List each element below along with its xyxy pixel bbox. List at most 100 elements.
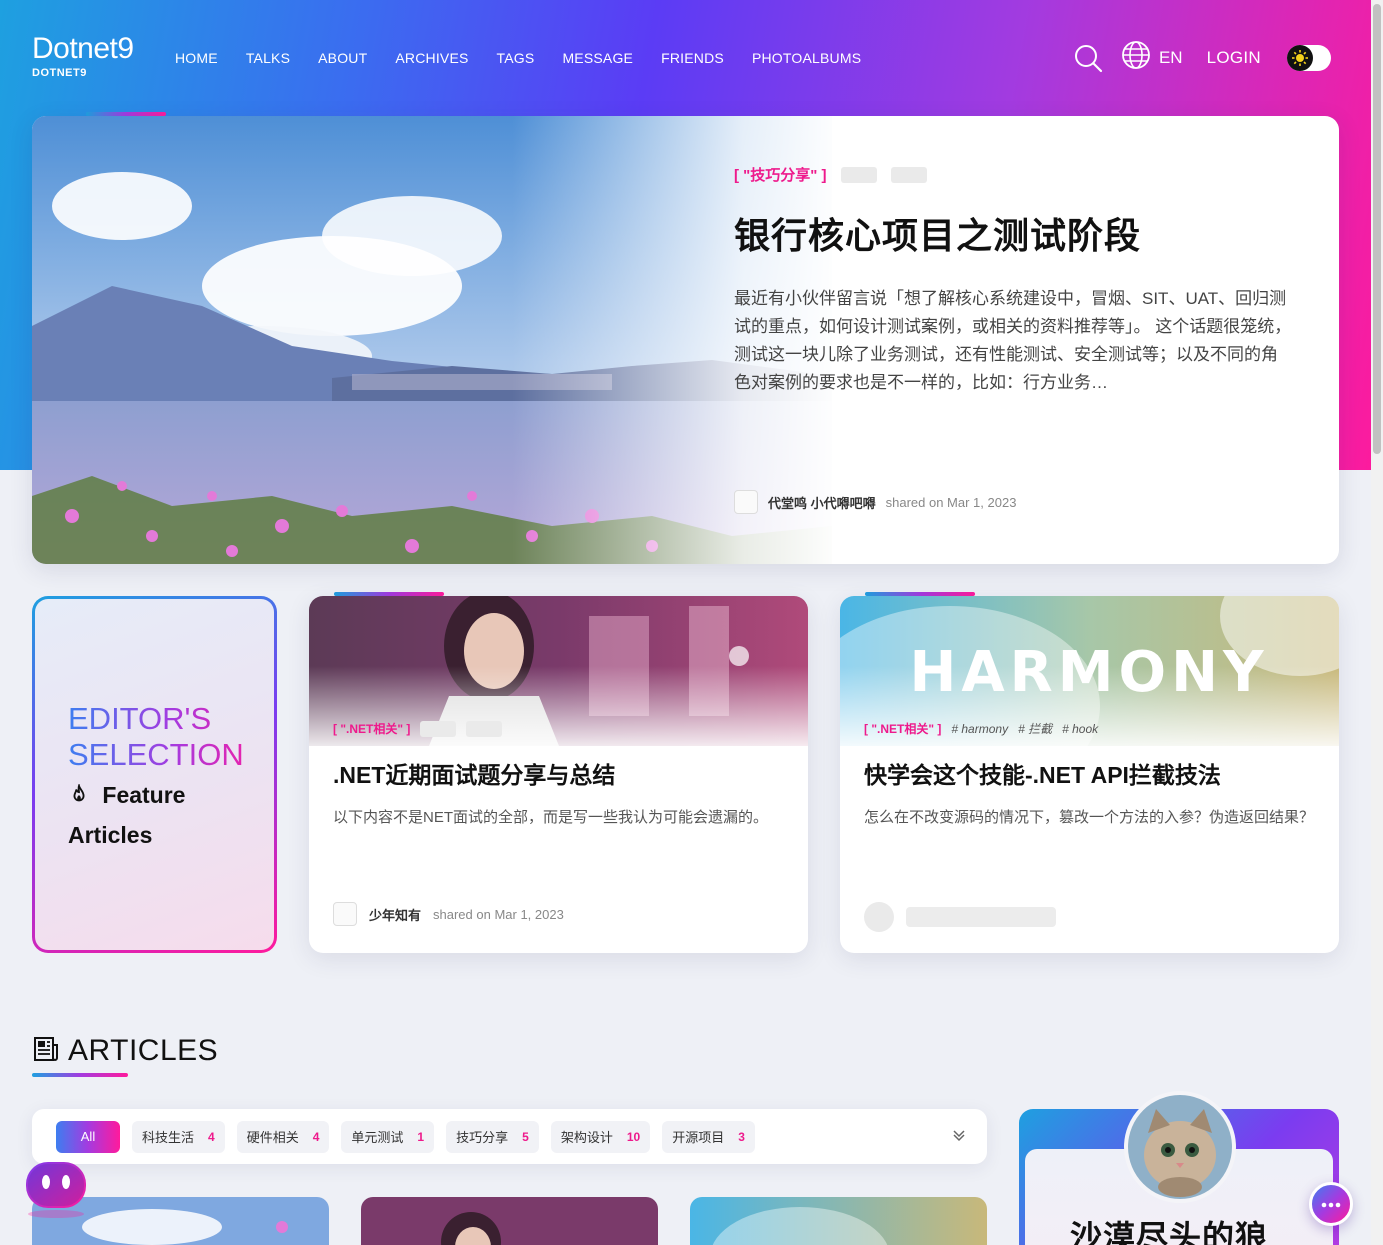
filter-chip[interactable]: 架构设计 10 [550, 1120, 651, 1153]
card-tag[interactable]: # hook [1062, 722, 1098, 736]
card-excerpt: 以下内容不是NET面试的全部，而是写一些我认为可能会遗漏的。 [333, 809, 769, 826]
featured-meta: 代堂鸣 小代嘚吧嘚 shared on Mar 1, 2023 [734, 490, 1016, 514]
card-date: shared on Mar 1, 2023 [433, 906, 564, 922]
card-meta-loading [864, 902, 1056, 932]
feature-articles-label: Feature [68, 777, 274, 813]
nav-home[interactable]: HOME [175, 50, 218, 66]
card-title[interactable]: 快学会这个技能-.NET API拦截技法 [864, 756, 1221, 790]
tag-placeholder [890, 166, 927, 183]
card-category[interactable]: [ ".NET相关" ] [864, 720, 941, 737]
scrollbar-thumb[interactable] [1373, 4, 1381, 454]
filter-label: 架构设计 [560, 1130, 613, 1145]
editors-title-line1: EDITOR'S [68, 701, 274, 737]
articles-title: ARTICLES [68, 1034, 219, 1067]
featured-category-row: [ "技巧分享" ] [734, 164, 1294, 185]
author-avatar [333, 902, 357, 926]
harmony-thumbnail-image [690, 1197, 987, 1245]
card-image-fade [309, 666, 808, 756]
nav-about[interactable]: ABOUT [318, 50, 367, 66]
chevron-down-icon[interactable] [951, 1127, 967, 1148]
featured-content: [ "技巧分享" ] 银行核心项目之测试阶段 最近有小伙伴留言说「想了解核心系统… [734, 164, 1294, 397]
profile-name: 沙漠尽头的狼 [1070, 1219, 1269, 1245]
filter-chip[interactable]: 技巧分享 5 [446, 1120, 539, 1153]
scrollbar[interactable] [1371, 0, 1383, 1245]
editors-selection-box: EDITOR'S SELECTION Feature Articles [32, 596, 277, 953]
filter-count: 3 [738, 1129, 745, 1144]
card-excerpt: 怎么在不改变源码的情况下，篡改一个方法的入参？伪造返回结果？ [864, 809, 1315, 826]
category-filter-bar: All 科技生活 4 硬件相关 4 单元测试 1 技巧分享 5 架构设计 10 开源项目 3 [32, 1109, 987, 1164]
main-menu: HOME TALKS ABOUT ARCHIVES TAGS MESSAGE F… [175, 50, 861, 66]
article-thumbnail[interactable] [690, 1197, 987, 1245]
card-tag[interactable]: # harmony [951, 722, 1008, 736]
cat-avatar-image [1128, 1095, 1232, 1199]
logo-main-text: Dotnet9 [32, 32, 134, 65]
filter-label: 单元测试 [351, 1130, 404, 1145]
card-tags: [ ".NET相关" ] [333, 720, 503, 737]
site-logo[interactable]: Dotnet9 DOTNET9 [32, 32, 134, 80]
card-meta: 少年知有 shared on Mar 1, 2023 [333, 902, 564, 926]
card-title[interactable]: .NET近期面试题分享与总结 [333, 756, 615, 790]
articles-label: Articles [68, 822, 153, 848]
filter-chip[interactable]: 单元测试 1 [341, 1120, 435, 1153]
nav-talks[interactable]: TALKS [246, 50, 290, 66]
top-navigation: Dotnet9 DOTNET9 HOME TALKS ABOUT ARCHIVE… [0, 0, 1383, 110]
filter-count: 5 [522, 1129, 529, 1144]
featured-author[interactable]: 代堂鸣 小代嘚吧嘚 [768, 493, 876, 512]
featured-date: shared on Mar 1, 2023 [885, 494, 1017, 510]
nav-archives[interactable]: ARCHIVES [395, 50, 468, 66]
language-label: EN [1158, 47, 1183, 67]
editors-selection-inner: EDITOR'S SELECTION Feature Articles [35, 599, 274, 950]
nav-actions: EN LOGIN [1073, 40, 1331, 75]
filter-chip[interactable]: 科技生活 4 [132, 1120, 225, 1153]
filter-label: 技巧分享 [456, 1130, 509, 1145]
featured-article-card[interactable]: [ "技巧分享" ] 银行核心项目之测试阶段 最近有小伙伴留言说「想了解核心系统… [32, 116, 1339, 564]
logo-sub-text: DOTNET9 [32, 67, 87, 79]
newspaper-icon [32, 1035, 60, 1068]
articles-underline [32, 1073, 128, 1077]
globe-icon [1121, 40, 1151, 75]
filter-count: 4 [208, 1129, 215, 1144]
card-tags: [ ".NET相关" ] # harmony # 拦截 # hook [864, 720, 1098, 737]
woman-thumbnail-image [361, 1197, 658, 1245]
filter-count: 10 [626, 1129, 641, 1144]
avatar[interactable] [1124, 1091, 1236, 1203]
theme-toggle[interactable] [1287, 44, 1331, 71]
filter-label: 开源项目 [672, 1130, 725, 1145]
filter-all[interactable]: All [56, 1120, 120, 1153]
author-avatar [734, 490, 758, 514]
card-image-fade [840, 666, 1339, 756]
chat-bot-widget[interactable] [24, 1158, 88, 1218]
bot-icon [26, 1162, 86, 1218]
filter-label: All [80, 1129, 96, 1144]
nav-friends[interactable]: FRIENDS [661, 50, 724, 66]
avatar-skeleton [864, 902, 894, 932]
featured-category[interactable]: [ "技巧分享" ] [734, 164, 827, 185]
sun-icon [1287, 44, 1313, 71]
filter-count: 1 [417, 1129, 425, 1144]
ellipsis-icon [1321, 1195, 1341, 1213]
filter-chip[interactable]: 硬件相关 4 [236, 1120, 330, 1153]
article-card[interactable]: [ ".NET相关" ] .NET近期面试题分享与总结 以下内容不是NET面试的… [309, 596, 808, 953]
featured-excerpt: 最近有小伙伴留言说「想了解核心系统建设中，冒烟、SIT、UAT、回归测试的重点，… [734, 289, 1292, 392]
articles-heading: ARTICLES [32, 1034, 218, 1068]
card-author[interactable]: 少年知有 [369, 905, 421, 924]
article-card[interactable]: HARMONY [ ".NET相关" ] # harmony # 拦截 # ho… [840, 596, 1339, 953]
author-skeleton [906, 907, 1056, 927]
more-options-button[interactable] [1309, 1182, 1353, 1226]
language-switch[interactable]: EN [1121, 40, 1183, 75]
featured-title[interactable]: 银行核心项目之测试阶段 [734, 207, 1294, 259]
card-category[interactable]: [ ".NET相关" ] [333, 720, 410, 737]
filter-label: 科技生活 [142, 1130, 195, 1145]
fire-icon [68, 782, 102, 808]
tag-placeholder [466, 720, 503, 737]
card-tag[interactable]: # 拦截 [1018, 720, 1052, 737]
nav-tags[interactable]: TAGS [497, 50, 535, 66]
article-thumbnail[interactable] [361, 1197, 658, 1245]
nav-photoalbums[interactable]: PHOTOALBUMS [752, 50, 861, 66]
search-icon[interactable] [1073, 43, 1103, 73]
login-link[interactable]: LOGIN [1207, 48, 1261, 68]
tag-placeholder [420, 720, 457, 737]
filter-chip[interactable]: 开源项目 3 [662, 1120, 755, 1153]
nav-message[interactable]: MESSAGE [562, 50, 633, 66]
filter-count: 4 [312, 1129, 320, 1144]
